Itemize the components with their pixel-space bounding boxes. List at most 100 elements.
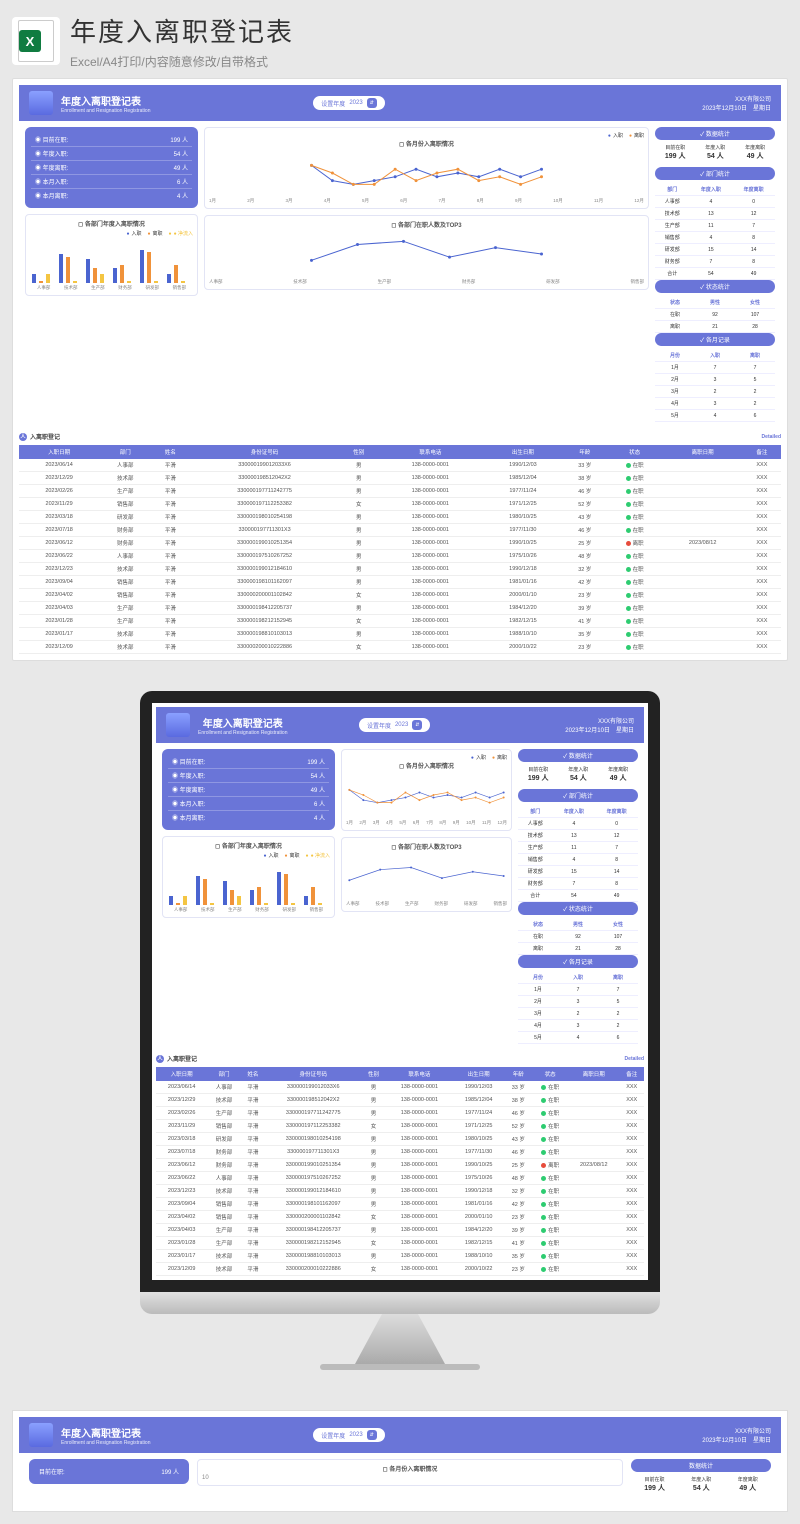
table-cell: 35 岁 [563,628,607,641]
year-selector[interactable]: 设置年度 2023 ⇵ [313,1428,384,1442]
year-stepper-icon[interactable]: ⇵ [367,98,377,108]
table-cell: 技术部 [99,472,151,485]
table-cell: XXX [743,498,781,511]
year-value: 2023 [349,100,362,106]
table-row[interactable]: 2023/06/22人事部平滑330000197510267252男138-00… [156,1172,644,1185]
table-cell: 2023/06/12 [19,537,99,550]
table-cell: 1988/10/10 [453,1250,504,1263]
stats-pill-button[interactable]: ✓ 数据统计 [655,127,775,140]
table-row[interactable]: 2023/07/18财务部平滑330000197711301X3男138-000… [19,524,781,537]
table-row[interactable]: 2023/12/09技术部平滑330000200010222886女138-00… [19,641,781,654]
detailed-link[interactable]: Detailed [625,1056,644,1062]
table-row[interactable]: 2023/09/04销售部平滑330000198101162097男138-00… [156,1198,644,1211]
table-header: 身份证号码 [265,1067,361,1081]
table-cell: 138-0000-0001 [378,459,483,472]
table-cell: 女 [340,615,378,628]
table-header: 状态 [532,1067,568,1081]
side-table-cell: 5月 [655,410,695,422]
table-cell: 销售部 [99,576,151,589]
side-table-cell: 人事部 [518,818,553,830]
table-cell: 41 岁 [563,615,607,628]
table-row[interactable]: 2023/07/18财务部平滑330000197711301X3男138-000… [156,1146,644,1159]
dashboard-header: 年度入离职登记表 Enrollment and Resignation Regi… [156,707,644,743]
side-table-cell: 15 [553,866,596,878]
table-row[interactable]: 2023/12/29技术部平滑330000198512042X2男138-000… [19,472,781,485]
side-table-header: 入职 [558,972,598,984]
table-cell: 138-0000-0001 [386,1263,453,1276]
side-table-cell: 12 [595,830,638,842]
table-row[interactable]: 2023/03/18研发部平滑330000198010254198男138-00… [156,1133,644,1146]
table-cell: 男 [361,1250,385,1263]
table-row[interactable]: 2023/02/26生产部平滑330000197711242775男138-00… [156,1107,644,1120]
side-table-header: 月份 [655,350,695,362]
status-dot-icon [626,593,631,598]
status-pill-button[interactable]: ✓ 状态统计 [518,902,638,915]
table-row[interactable]: 2023/04/02销售部平滑330000200001102842女138-00… [156,1211,644,1224]
table-cell: 平滑 [241,1172,265,1185]
table-cell [568,1250,619,1263]
table-row[interactable]: 2023/01/28生产部平滑330000198212152945女138-00… [19,615,781,628]
table-cell: 1980/10/25 [453,1133,504,1146]
kpi-value: 199 人 [161,1467,179,1476]
table-cell: 33 岁 [563,459,607,472]
table-cell: 138-0000-0001 [378,498,483,511]
kpi-row: ◉ 本月入职:6 人 [31,175,192,189]
table-row[interactable]: 2023/12/29技术部平滑330000198512042X2男138-000… [156,1094,644,1107]
side-table-cell: 107 [598,931,638,943]
stats-pill-button[interactable]: 数据统计 [631,1459,771,1472]
year-stepper-icon[interactable]: ⇵ [412,720,422,730]
table-cell: 女 [361,1237,385,1250]
dashboard-title: 年度入离职登记表 [61,93,151,108]
table-cell: 2000/10/22 [483,641,563,654]
month-pill-button[interactable]: ✓ 各月记录 [655,333,775,346]
table-row[interactable]: 2023/04/03生产部平滑330000198412205737男138-00… [156,1224,644,1237]
table-cell [568,1107,619,1120]
table-cell: 330000198212152945 [189,615,339,628]
table-row[interactable]: 2023/11/29销售部平滑330000197112253382女138-00… [19,498,781,511]
table-row[interactable]: 2023/06/12财务部平滑330000199010251354男138-00… [19,537,781,550]
table-row[interactable]: 2023/06/14人事部平滑330000199012033X6男138-000… [156,1081,644,1094]
table-row[interactable]: 2023/02/26生产部平滑330000197711242775男138-00… [19,485,781,498]
imac-mockup: 年度入离职登记表 Enrollment and Resignation Regi… [12,691,788,1370]
table-cell: 在职 [607,628,663,641]
side-table-row: 2月35 [655,374,775,386]
side-table-cell: 12 [732,208,775,220]
table-cell: 2023/09/04 [156,1198,207,1211]
table-row[interactable]: 2023/12/23技术部平滑330000199012184610男138-00… [19,563,781,576]
side-table-cell: 3 [558,1020,598,1032]
month-pill-button[interactable]: ✓ 各月记录 [518,955,638,968]
year-selector[interactable]: 设置年度 2023 ⇵ [359,718,430,732]
template-preview-cropped: 年度入离职登记表 Enrollment and Resignation Regi… [12,1410,788,1512]
table-row[interactable]: 2023/06/22人事部平滑330000197510267252男138-00… [19,550,781,563]
year-stepper-icon[interactable]: ⇵ [367,1430,377,1440]
year-selector[interactable]: 设置年度 2023 ⇵ [313,96,384,110]
table-row[interactable]: 2023/04/03生产部平滑330000198412205737男138-00… [19,602,781,615]
table-row[interactable]: 2023/01/17技术部平滑330000198810103013男138-00… [19,628,781,641]
table-row[interactable]: 2023/03/18研发部平滑330000198010254198男138-00… [19,511,781,524]
table-row[interactable]: 2023/12/23技术部平滑330000199012184610男138-00… [156,1185,644,1198]
table-cell: 1977/11/30 [483,524,563,537]
stats-pill-button[interactable]: ✓ 数据统计 [518,749,638,762]
table-row[interactable]: 2023/09/04销售部平滑330000198101162097男138-00… [19,576,781,589]
side-table-cell: 4 [690,196,733,208]
detailed-link[interactable]: Detailed [762,434,781,440]
table-cell: 在职 [607,459,663,472]
table-cell [568,1172,619,1185]
table-cell: XXX [619,1237,644,1250]
table-cell: 330000198212152945 [265,1237,361,1250]
table-row[interactable]: 2023/11/29销售部平滑330000197112253382女138-00… [156,1120,644,1133]
table-row[interactable]: 2023/01/17技术部平滑330000198810103013男138-00… [156,1250,644,1263]
table-row[interactable]: 2023/06/12财务部平滑330000199010251354男138-00… [156,1159,644,1172]
dept-pill-button[interactable]: ✓ 部门统计 [655,167,775,180]
dept-pill-button[interactable]: ✓ 部门统计 [518,789,638,802]
table-row[interactable]: 2023/06/14人事部平滑330000199012033X6男138-000… [19,459,781,472]
table-row[interactable]: 2023/12/09技术部平滑330000200010222886女138-00… [156,1263,644,1276]
table-row[interactable]: 2023/04/02销售部平滑330000200001102842女138-00… [19,589,781,602]
line-chart [209,231,644,277]
status-pill-button[interactable]: ✓ 状态统计 [655,280,775,293]
table-cell: 1975/10/26 [453,1172,504,1185]
chart-legend: 入职离职● 净流入 [30,230,193,237]
table-row[interactable]: 2023/01/28生产部平滑330000198212152945女138-00… [156,1237,644,1250]
table-cell: 330000199012184610 [265,1185,361,1198]
side-table-cell: 销售部 [655,232,690,244]
